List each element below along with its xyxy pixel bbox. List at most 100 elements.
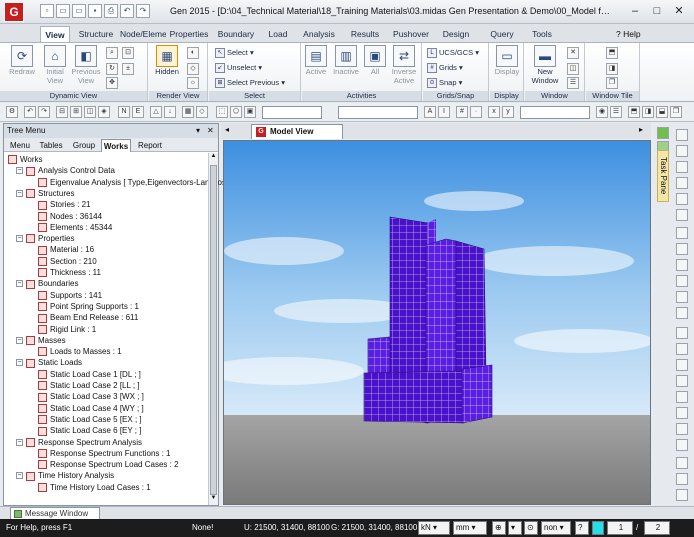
previous-view-button[interactable]: ◧ Previous View xyxy=(70,45,102,89)
tree-tab-report[interactable]: Report xyxy=(133,139,167,152)
shrink-icon[interactable]: ◇ xyxy=(196,106,208,118)
tab-pushover[interactable]: Pushover xyxy=(390,26,432,42)
pan-view-icon[interactable] xyxy=(676,291,688,303)
redo-icon[interactable]: ↷ xyxy=(38,106,50,118)
tab-boundary[interactable]: Boundary xyxy=(214,26,258,42)
hidden-line-icon[interactable]: ▦ xyxy=(182,106,194,118)
tree-item[interactable]: − Response Spectrum Analysis xyxy=(16,437,142,448)
all-button[interactable]: ▣ All xyxy=(364,45,386,89)
tab-tools[interactable]: Tools xyxy=(526,26,558,42)
length-unit-select[interactable]: mm ▾ xyxy=(453,521,487,535)
scroll-up-arrow-icon[interactable]: ▲ xyxy=(209,153,218,163)
zoom-fit-icon[interactable]: ⊡ xyxy=(122,47,134,59)
tab-design[interactable]: Design xyxy=(438,26,474,42)
tree-item[interactable]: Eigenvalue Analysis [ Type,Eigenvectors-… xyxy=(38,177,230,188)
tab-query[interactable]: Query xyxy=(484,26,520,42)
page-number[interactable]: 1 xyxy=(607,521,633,535)
measure-icon[interactable] xyxy=(676,457,688,469)
property-combo[interactable] xyxy=(262,106,322,119)
tree-scrollbar[interactable]: ▲ ▼ xyxy=(208,153,218,505)
shade-icon[interactable]: ◐ xyxy=(187,47,199,59)
tree-item[interactable]: − Masses xyxy=(16,335,66,346)
hidden-button[interactable]: ▦ Hidden xyxy=(152,45,182,89)
window-restore-icon[interactable]: ◫ xyxy=(567,63,579,75)
pan-icon[interactable]: ✥ xyxy=(106,77,118,89)
select-previous-button[interactable]: ⊞ Select Previous ▾ xyxy=(215,76,285,89)
tree-item[interactable]: Thickness : 11 xyxy=(38,267,101,278)
undo-icon[interactable]: ↶ xyxy=(120,4,134,18)
select-polygon-icon[interactable]: ⬠ xyxy=(230,106,242,118)
zoom-in-icon[interactable] xyxy=(676,227,688,239)
tree-collapse-icon[interactable]: − xyxy=(16,359,23,367)
task-pane-tab[interactable]: Task Pane xyxy=(657,150,669,202)
tree-item[interactable]: Response Spectrum Load Cases : 2 xyxy=(38,459,179,470)
tree-collapse-icon[interactable]: − xyxy=(16,189,23,197)
tab-scroll-left-icon[interactable]: ◂ xyxy=(225,125,229,134)
view-left-icon[interactable] xyxy=(676,161,688,173)
snap-mode-select[interactable]: non ▾ xyxy=(541,521,571,535)
redo-icon[interactable]: ↷ xyxy=(136,4,150,18)
tile-vertical-icon[interactable]: ◨ xyxy=(606,63,618,75)
tree-tab-menu[interactable]: Menu xyxy=(7,139,33,152)
unselect-button[interactable]: ↙ Unselect ▾ xyxy=(215,61,262,74)
select-all-icon[interactable]: ▣ xyxy=(244,106,256,118)
tree-item[interactable]: Static Load Case 4 [WY ; ] xyxy=(38,403,144,414)
tree-item[interactable]: − Boundaries xyxy=(16,278,78,289)
tree-item[interactable]: Point Spring Supports : 1 xyxy=(38,301,139,312)
tab-node-element[interactable]: Node/Element xyxy=(120,26,166,42)
tab-scroll-right-icon[interactable]: ▸ xyxy=(639,125,643,134)
close-icon[interactable]: ✕ xyxy=(207,124,214,138)
tab-model-view[interactable]: G Model View xyxy=(251,124,343,139)
tree-item[interactable]: − Static Loads xyxy=(16,357,82,368)
tree-item[interactable]: − Analysis Control Data xyxy=(16,165,115,176)
tree-item[interactable]: Static Load Case 2 [LL ; ] xyxy=(38,380,140,391)
task-pane-toggle-icon[interactable] xyxy=(657,127,669,139)
view-right-icon[interactable] xyxy=(676,177,688,189)
tree-item[interactable]: Static Load Case 5 [EX ; ] xyxy=(38,414,142,425)
cascade-icon[interactable]: ❐ xyxy=(670,106,682,118)
tree-item[interactable]: Response Spectrum Functions : 1 xyxy=(38,448,171,459)
tree-item[interactable]: Rigid Link : 1 xyxy=(38,324,96,335)
ucs-gcs-button[interactable]: L UCS/GCS ▾ xyxy=(427,46,479,59)
tile-vertical-icon[interactable]: ◨ xyxy=(642,106,654,118)
activate-icon[interactable]: A xyxy=(424,106,436,118)
select-button[interactable]: ↖ Select ▾ xyxy=(215,46,254,59)
undo-icon[interactable]: ↶ xyxy=(24,106,36,118)
boundary-display-icon[interactable]: △ xyxy=(150,106,162,118)
select-element-icon[interactable] xyxy=(676,343,688,355)
display-color-swatch[interactable] xyxy=(592,521,604,535)
inactivate-icon[interactable]: I xyxy=(438,106,450,118)
model-viewport[interactable] xyxy=(223,140,651,505)
select-plane-icon[interactable] xyxy=(676,359,688,371)
open-folder-icon[interactable]: ▭ xyxy=(56,4,70,18)
print-icon[interactable]: ⎙ xyxy=(104,4,118,18)
tile-horizontal-icon[interactable]: ⬓ xyxy=(656,106,668,118)
zoom-out-icon[interactable] xyxy=(676,243,688,255)
grids-button[interactable]: # Grids ▾ xyxy=(427,61,463,74)
rotate-icon[interactable]: ↻ xyxy=(106,63,118,75)
ucs-combo[interactable] xyxy=(520,106,590,119)
tree-item[interactable]: − Structures xyxy=(16,188,74,199)
tree-tab-group[interactable]: Group xyxy=(69,139,99,152)
help-menu[interactable]: ? Help xyxy=(616,26,641,42)
inverse-active-button[interactable]: ⇄ Inverse Active xyxy=(388,45,420,89)
inactive-button[interactable]: ▥ Inactive xyxy=(330,45,362,89)
tab-structure[interactable]: Structure xyxy=(76,26,116,42)
select-cross-icon[interactable] xyxy=(676,407,688,419)
tab-results[interactable]: Results xyxy=(346,26,384,42)
tree-item[interactable]: − Time History Analysis xyxy=(16,470,114,481)
view-front-icon[interactable] xyxy=(676,129,688,141)
tree-collapse-icon[interactable]: − xyxy=(16,167,23,175)
tree-tab-tables[interactable]: Tables xyxy=(36,139,66,152)
active-button[interactable]: ▤ Active xyxy=(302,45,330,89)
tab-analysis[interactable]: Analysis xyxy=(298,26,340,42)
scrollbar-thumb[interactable] xyxy=(210,165,217,495)
top-view-icon[interactable]: ⊞ xyxy=(70,106,82,118)
help-question-icon[interactable]: ? xyxy=(575,521,589,535)
close-button[interactable]: ✕ xyxy=(668,3,690,19)
front-view-icon[interactable]: ⊟ xyxy=(56,106,68,118)
tree-item[interactable]: Static Load Case 6 [EY ; ] xyxy=(38,425,141,436)
rotate-right-icon[interactable] xyxy=(676,275,688,287)
light-icon[interactable]: ☼ xyxy=(187,77,199,89)
tree-item[interactable]: Nodes : 36144 xyxy=(38,211,102,222)
